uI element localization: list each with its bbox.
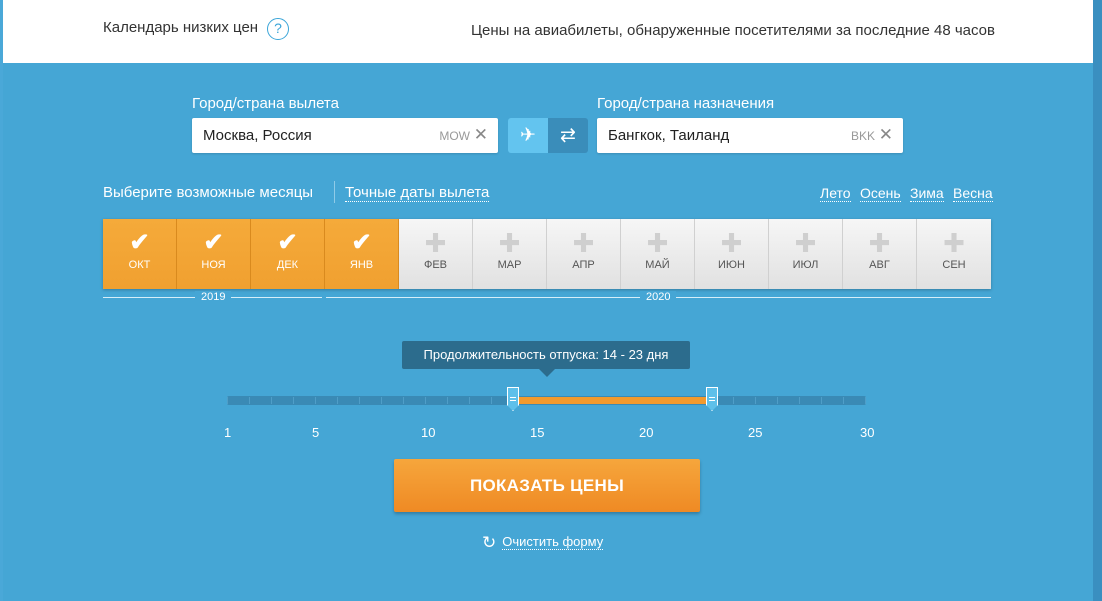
panel-edge <box>1093 0 1102 601</box>
month-label: ОКТ <box>128 259 151 271</box>
slider-tick <box>403 397 404 404</box>
check-icon: ✔ <box>277 229 298 256</box>
slider-tick <box>359 397 360 404</box>
season-autumn[interactable]: Осень <box>860 185 901 202</box>
scale-label: 20 <box>639 425 654 440</box>
check-icon: ✔ <box>129 229 150 256</box>
month-label: ДЕК <box>276 259 299 271</box>
plus-icon: ✚ <box>794 228 817 258</box>
plus-icon: ✚ <box>424 228 447 258</box>
plus-icon: ✚ <box>943 228 965 258</box>
mode-divider <box>334 181 335 203</box>
month-label: ФЕВ <box>423 259 448 271</box>
refresh-icon: ↻ <box>482 533 497 552</box>
destination-value: Бангкок, Таиланд <box>608 127 730 144</box>
plane-icon: ✈ <box>520 125 536 146</box>
slider-tick <box>447 397 448 404</box>
scale-label: 15 <box>530 425 545 440</box>
origin-code: MOW <box>439 129 470 143</box>
scale-label: 5 <box>312 425 320 440</box>
season-winter[interactable]: Зима <box>910 185 944 202</box>
destination-label: Город/страна назначения <box>597 95 775 112</box>
month-label: АВГ <box>869 259 890 271</box>
month-may[interactable]: ✚ МАЙ <box>621 219 695 289</box>
clear-form-label: Очистить форму <box>502 534 604 550</box>
slider-tick <box>337 397 338 404</box>
slider-tick <box>777 397 778 404</box>
slider-tick <box>469 397 470 404</box>
slider-tick <box>425 397 426 404</box>
slider-tick <box>821 397 822 404</box>
round-trip-icon: ⇄ <box>560 125 576 146</box>
season-summer[interactable]: Лето <box>820 185 851 202</box>
plus-icon: ✚ <box>868 228 891 258</box>
top-bar: Календарь низких цен ? Цены на авиабилет… <box>3 0 1093 63</box>
slider-tick <box>799 397 800 404</box>
month-label: НОЯ <box>201 259 226 271</box>
slider-tick <box>293 397 294 404</box>
plus-icon: ✚ <box>572 228 595 258</box>
clear-form-link[interactable]: ↻ Очистить форму <box>482 533 604 553</box>
origin-label: Город/страна вылета <box>192 95 339 112</box>
month-label: АПР <box>572 259 595 271</box>
plus-icon: ✚ <box>498 228 521 258</box>
month-sep[interactable]: ✚ СЕН <box>917 219 991 289</box>
month-aug[interactable]: ✚ АВГ <box>843 219 917 289</box>
page-subtitle: Цены на авиабилеты, обнаруженные посетит… <box>470 22 995 39</box>
origin-value: Москва, Россия <box>203 127 312 144</box>
month-mar[interactable]: ✚ МАР <box>473 219 547 289</box>
month-jan[interactable]: ✔ ЯНВ <box>325 219 399 289</box>
origin-clear-icon[interactable]: ✕ <box>474 125 488 145</box>
duration-tooltip: Продолжительность отпуска: 14 - 23 дня <box>402 341 690 369</box>
destination-field[interactable]: Бангкок, Таиланд BKK ✕ <box>597 118 903 153</box>
slider-tick <box>227 397 228 404</box>
season-spring[interactable]: Весна <box>953 185 993 202</box>
month-label: ИЮН <box>718 259 745 271</box>
plus-icon: ✚ <box>720 228 743 258</box>
help-icon[interactable]: ? <box>267 18 289 40</box>
month-label: МАР <box>497 259 522 271</box>
slider-tick <box>271 397 272 404</box>
month-label: СЕН <box>942 259 966 271</box>
duration-slider-range <box>515 397 711 404</box>
year-2020-label: 2020 <box>640 291 677 303</box>
possible-months-option[interactable]: Выберите возможные месяцы <box>103 184 313 201</box>
destination-clear-icon[interactable]: ✕ <box>879 125 893 145</box>
tooltip-arrow <box>539 369 555 377</box>
month-label: ИЮЛ <box>792 259 819 271</box>
page-title: Календарь низких цен <box>103 19 259 36</box>
destination-code: BKK <box>850 129 875 143</box>
show-prices-button[interactable]: ПОКАЗАТЬ ЦЕНЫ <box>394 459 700 512</box>
slider-tick <box>249 397 250 404</box>
month-label: МАЙ <box>645 259 670 271</box>
slider-tick <box>315 397 316 404</box>
month-oct[interactable]: ✔ ОКТ <box>103 219 177 289</box>
year-2019-label: 2019 <box>195 291 232 303</box>
plus-icon: ✚ <box>646 228 669 258</box>
exact-dates-link[interactable]: Точные даты вылета <box>345 184 490 202</box>
scale-label: 30 <box>860 425 875 440</box>
month-feb[interactable]: ✚ ФЕВ <box>399 219 473 289</box>
month-nov[interactable]: ✔ НОЯ <box>177 219 251 289</box>
slider-tick <box>491 397 492 404</box>
round-trip-button[interactable]: ⇄ <box>548 118 588 153</box>
slider-tick <box>381 397 382 404</box>
slider-tick <box>755 397 756 404</box>
month-jun[interactable]: ✚ ИЮН <box>695 219 769 289</box>
month-jul[interactable]: ✚ ИЮЛ <box>769 219 843 289</box>
month-apr[interactable]: ✚ АПР <box>547 219 621 289</box>
origin-field[interactable]: Москва, Россия MOW ✕ <box>192 118 498 153</box>
scale-label: 1 <box>224 425 232 440</box>
scale-label: 25 <box>748 425 763 440</box>
one-way-button[interactable]: ✈ <box>508 118 548 153</box>
month-dec[interactable]: ✔ ДЕК <box>251 219 325 289</box>
check-icon: ✔ <box>351 229 372 256</box>
slider-tick <box>733 397 734 404</box>
check-icon: ✔ <box>203 229 224 256</box>
slider-tick <box>865 397 866 404</box>
month-selector: ✔ ОКТ ✔ НОЯ ✔ ДЕК ✔ ЯНВ ✚ ФЕВ ✚ МАР ✚ АПР ✚ МАЙ … <box>103 219 991 289</box>
slider-tick <box>843 397 844 404</box>
scale-label: 10 <box>421 425 436 440</box>
month-label: ЯНВ <box>349 259 374 271</box>
